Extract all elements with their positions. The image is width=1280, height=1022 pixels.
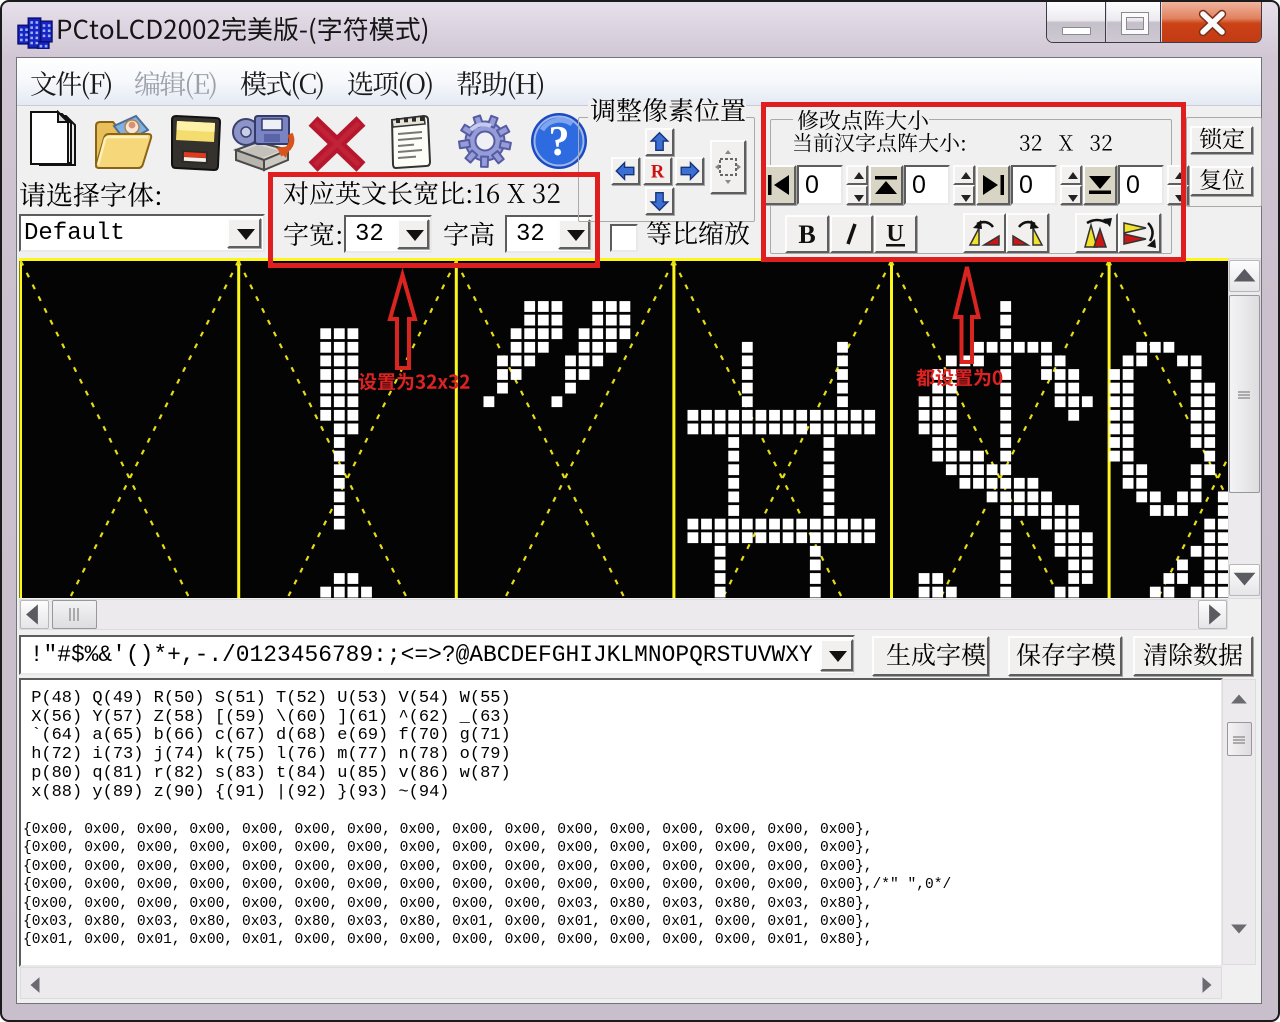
svg-text:?: ?	[549, 119, 570, 165]
svg-text:R: R	[651, 161, 665, 181]
